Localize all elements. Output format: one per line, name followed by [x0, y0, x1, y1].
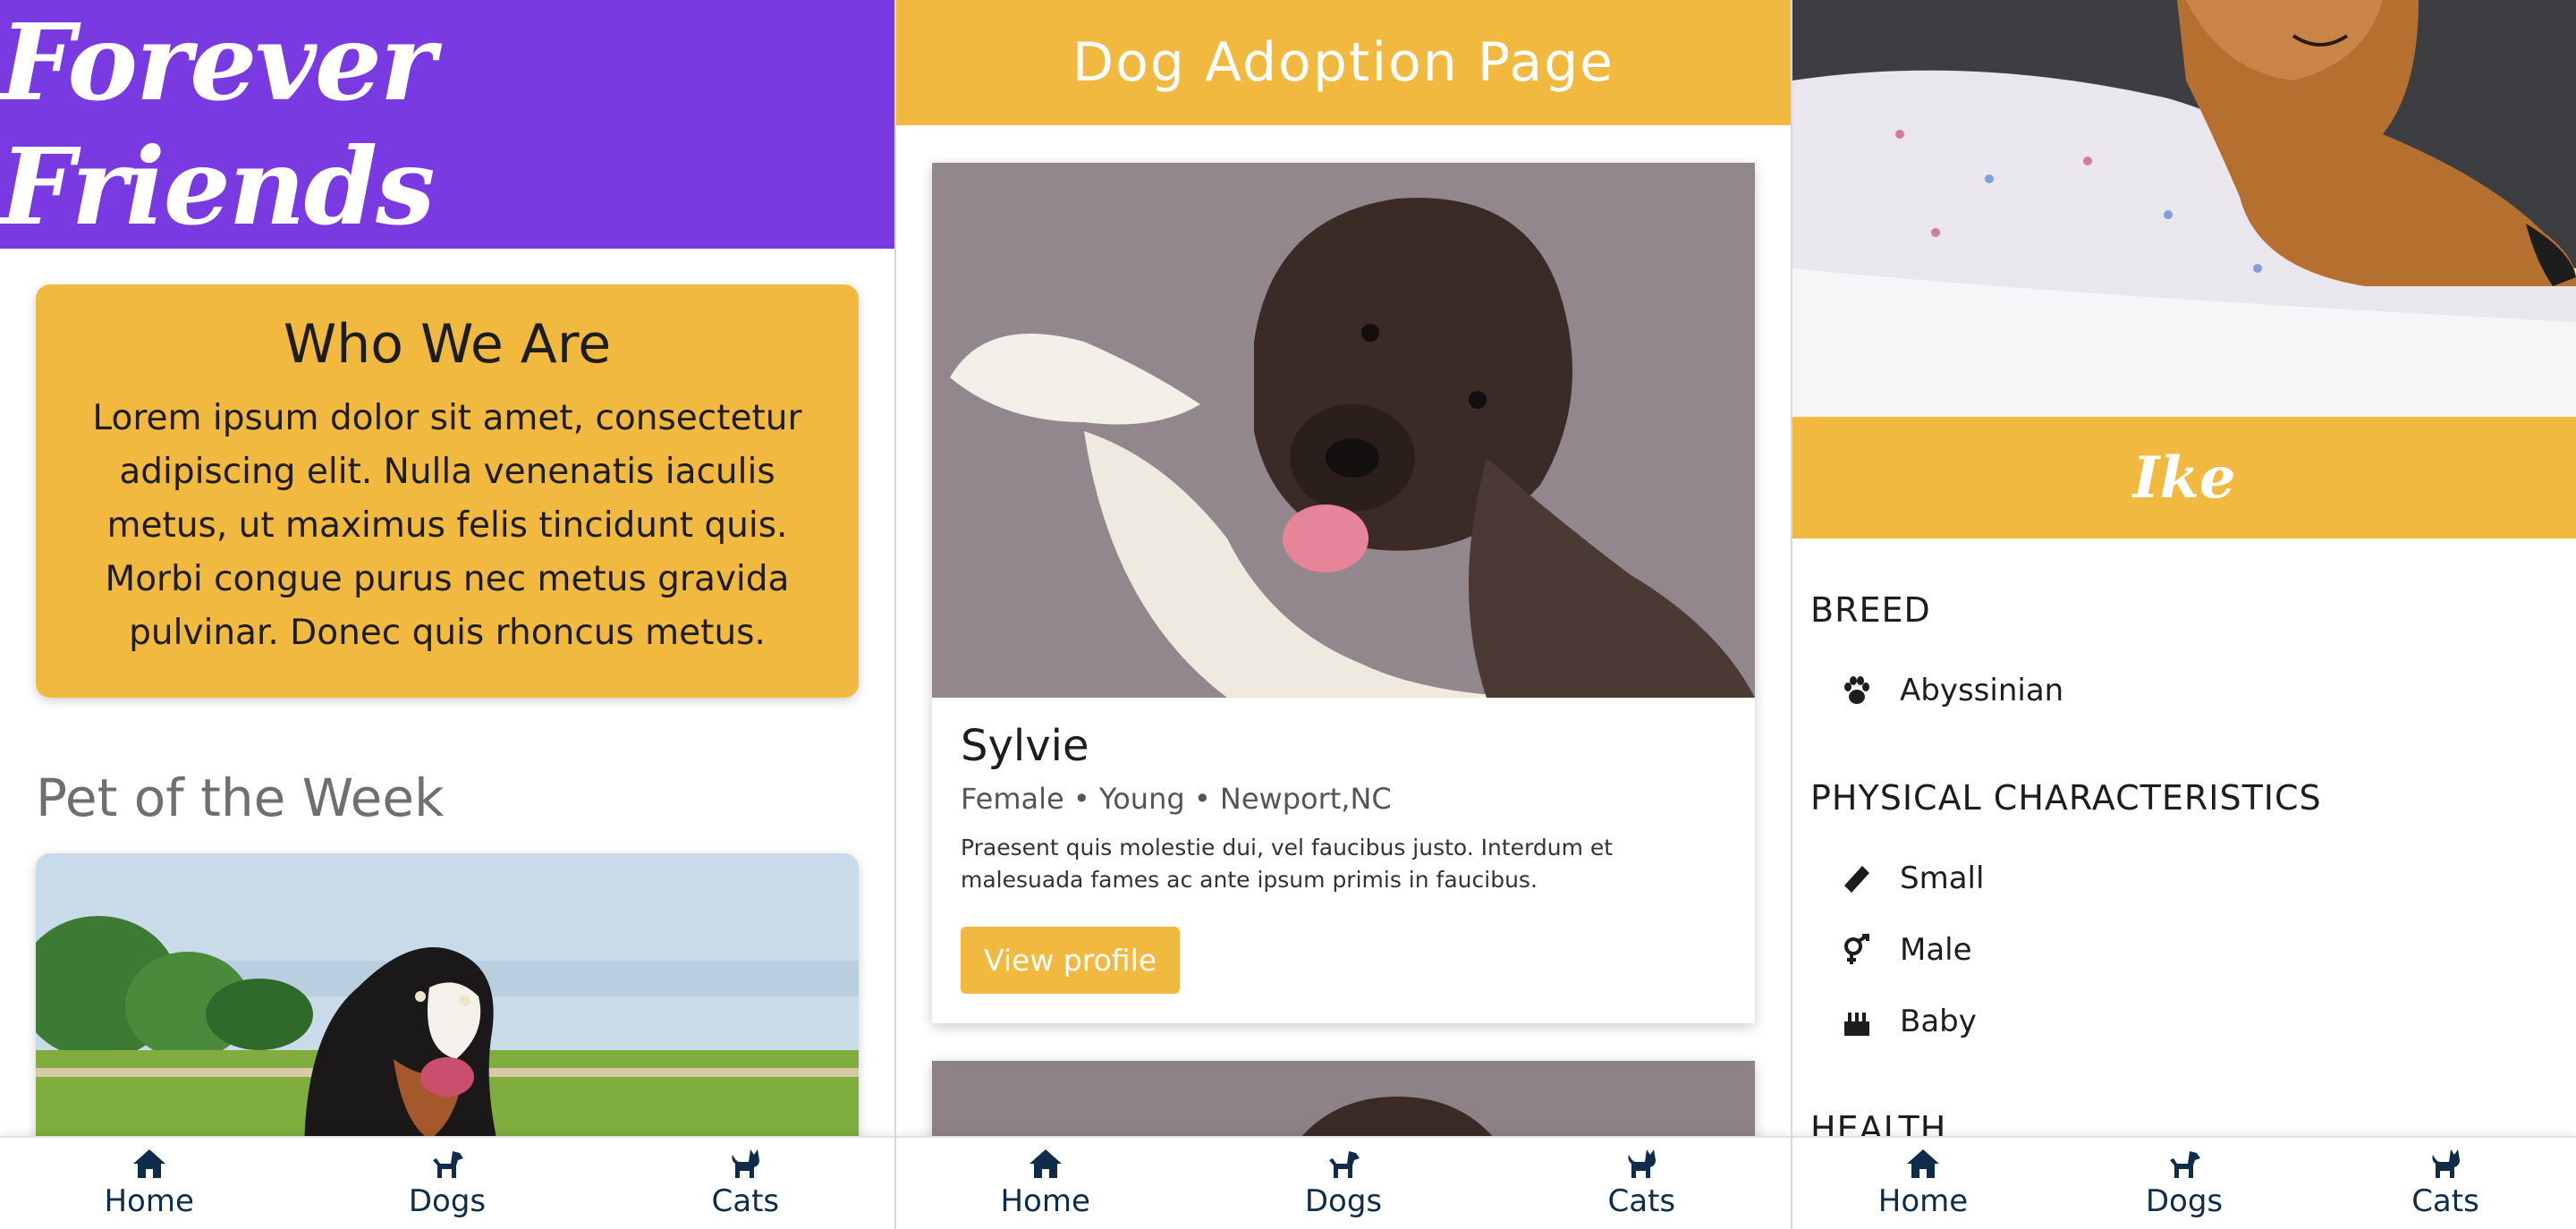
cat-details: BREED Abyssinian PHYSICAL CHARACTERISTIC…	[1792, 590, 2576, 1148]
nav-dogs-label: Dogs	[2145, 1183, 2224, 1219]
dog-photo-sylvie	[932, 163, 1755, 698]
nav-dogs[interactable]: Dogs	[1254, 1148, 1433, 1219]
cat-photo	[1792, 0, 2576, 417]
dog-photo[interactable]	[932, 163, 1755, 698]
nav-dogs-label: Dogs	[408, 1183, 487, 1219]
who-we-are-title: Who We Are	[283, 313, 612, 376]
nav-cats[interactable]: Cats	[1552, 1148, 1731, 1219]
size-row: Small	[1810, 843, 2558, 914]
nav-dogs[interactable]: Dogs	[358, 1148, 537, 1219]
cat-icon	[1628, 1149, 1657, 1178]
cat-photo-ike	[1792, 0, 2576, 417]
dog-name: Sylvie	[961, 721, 1089, 771]
nav-cats[interactable]: Cats	[656, 1148, 835, 1219]
home-screen: Forever Friends Who We Are Lorem ipsum d…	[0, 0, 894, 1229]
who-we-are-body: Lorem ipsum dolor sit amet, consectetur …	[92, 398, 802, 653]
cat-name-bar: Ike	[1792, 417, 2576, 538]
sex-value: Male	[1900, 932, 1972, 968]
bottom-nav: Home Dogs Cats	[896, 1136, 1791, 1229]
who-we-are-card: Who We Are Lorem ipsum dolor sit amet, c…	[36, 284, 859, 698]
cat-name: Ike	[2132, 444, 2236, 512]
size-value: Small	[1900, 860, 1985, 896]
nav-home-label: Home	[104, 1183, 194, 1219]
site-header: Forever Friends	[0, 0, 894, 249]
gender-icon	[1844, 934, 1869, 964]
cat-icon	[2432, 1149, 2460, 1178]
nav-home[interactable]: Home	[956, 1148, 1135, 1219]
dog-card: Sylvie Female • Young • Newport,NC Praes…	[932, 163, 1755, 1023]
dog-icon	[2170, 1151, 2200, 1178]
bottom-nav: Home Dogs Cats	[1792, 1136, 2576, 1229]
age-value: Baby	[1900, 1004, 1977, 1039]
nav-cats-label: Cats	[2411, 1183, 2479, 1219]
nav-cats-label: Cats	[1607, 1183, 1676, 1219]
breed-heading: BREED	[1810, 590, 1931, 630]
brand-logo: Forever Friends	[0, 0, 436, 249]
breed-row: Abyssinian	[1810, 655, 2558, 726]
dog-adoption-screen: Dog Adoption Page Sylvie Female • Young …	[896, 0, 1791, 1229]
age-row: Baby	[1810, 986, 2558, 1057]
paw-icon	[1844, 676, 1869, 704]
physical-heading: PHYSICAL CHARACTERISTICS	[1810, 778, 2322, 818]
sex-row: Male	[1810, 914, 2558, 986]
home-icon	[1029, 1149, 1062, 1178]
nav-dogs-label: Dogs	[1304, 1183, 1383, 1219]
page-header: Dog Adoption Page	[896, 0, 1791, 125]
dog-icon	[1328, 1151, 1360, 1178]
home-icon	[1907, 1149, 1939, 1178]
dog-description: Praesent quis molestie dui, vel faucibus…	[961, 835, 1614, 893]
breed-value: Abyssinian	[1900, 673, 2064, 708]
ruler-icon	[1844, 866, 1869, 893]
dog-meta: Female • Young • Newport,NC	[961, 782, 1392, 816]
view-profile-button[interactable]: View profile	[961, 927, 1181, 994]
dog-icon	[432, 1151, 463, 1178]
nav-dogs[interactable]: Dogs	[2095, 1148, 2274, 1219]
cat-icon	[732, 1149, 760, 1178]
page-title: Dog Adoption Page	[1072, 31, 1615, 94]
pet-of-week-photo[interactable]	[36, 853, 859, 1157]
nav-home-label: Home	[1000, 1183, 1090, 1219]
nav-home[interactable]: Home	[1834, 1148, 2012, 1219]
cake-icon	[1844, 1013, 1869, 1036]
nav-home-label: Home	[1877, 1183, 1969, 1219]
nav-cats-label: Cats	[711, 1183, 780, 1219]
nav-home[interactable]: Home	[60, 1148, 239, 1219]
dog-photo-bernese	[36, 853, 859, 1157]
home-icon	[132, 1149, 165, 1178]
bottom-nav: Home Dogs Cats	[0, 1136, 894, 1229]
cat-profile-screen: Ike BREED Abyssinian PHYSICAL CHARACTERI…	[1792, 0, 2576, 1229]
pet-of-week-title: Pet of the Week	[36, 767, 445, 828]
nav-cats[interactable]: Cats	[2356, 1148, 2535, 1219]
